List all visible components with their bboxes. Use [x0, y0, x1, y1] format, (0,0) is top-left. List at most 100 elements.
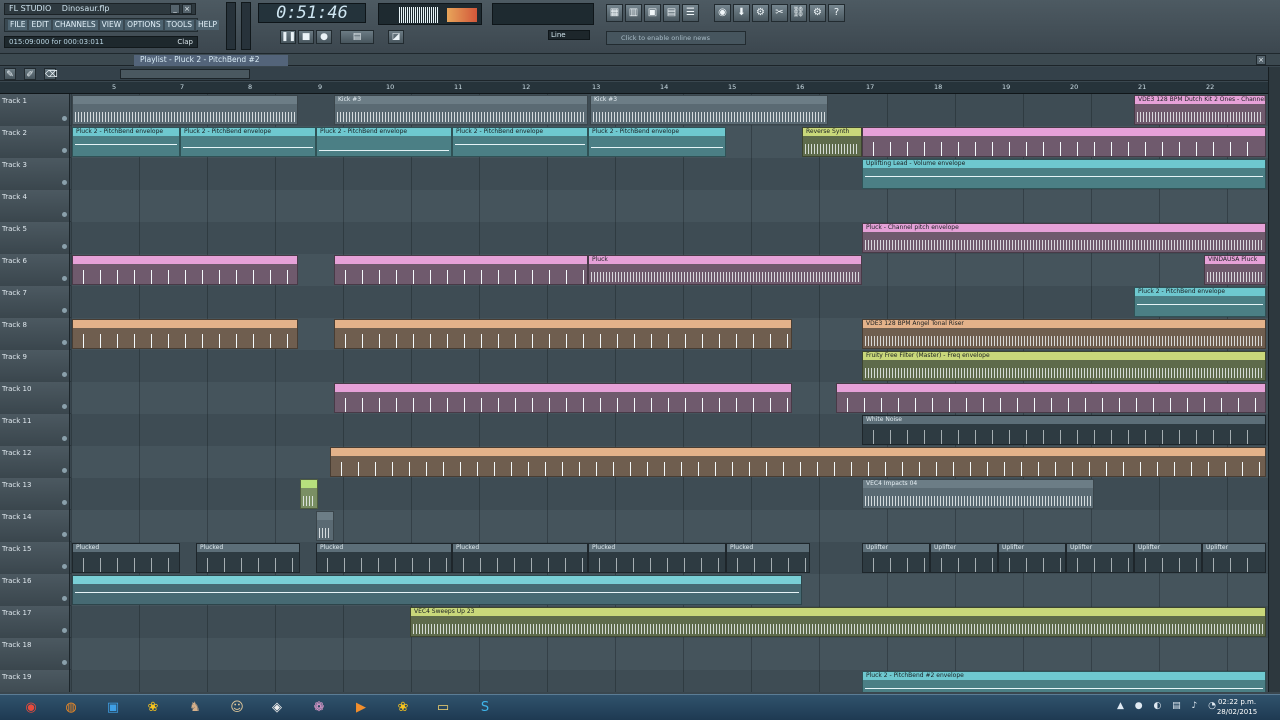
online-news[interactable]: Click to enable online news — [606, 31, 746, 45]
pattern-clip[interactable] — [836, 383, 1266, 413]
pattern-clip[interactable]: Plucked — [452, 543, 588, 573]
pattern-clip[interactable]: Pluck 2 - PitchBend envelope — [1134, 287, 1266, 317]
vertical-scrollbar[interactable] — [1268, 67, 1280, 692]
track-mute-icon[interactable] — [62, 372, 67, 377]
pattern-clip[interactable] — [72, 575, 802, 605]
track-mute-icon[interactable] — [62, 180, 67, 185]
chrome-icon[interactable]: ◉ — [16, 698, 46, 718]
track-label[interactable]: Track 17 — [0, 606, 70, 638]
track-mute-icon[interactable] — [62, 276, 67, 281]
track-label[interactable]: Track 12 — [0, 446, 70, 478]
pattern-clip[interactable]: White Noise — [862, 415, 1266, 445]
menu-options[interactable]: OPTIONS — [125, 20, 163, 30]
pattern-clip[interactable]: Plucked — [72, 543, 180, 573]
track-mute-icon[interactable] — [62, 436, 67, 441]
track-lane[interactable] — [71, 510, 1268, 542]
pattern-selector[interactable]: ▤ — [340, 30, 374, 44]
settings-icon[interactable]: ⚙ — [809, 4, 826, 22]
clock[interactable]: 02:22 p.m. 28/02/2015 — [1212, 697, 1262, 717]
track-lane[interactable]: VEC4 Impacts 04 — [71, 478, 1268, 510]
music-icon[interactable]: ▶ — [346, 698, 376, 718]
track-lane[interactable] — [71, 382, 1268, 414]
track-lane[interactable]: Pluck 2 - PitchBend envelope — [71, 286, 1268, 318]
track-mute-icon[interactable] — [62, 468, 67, 473]
pattern-clip[interactable] — [334, 383, 792, 413]
system-tray[interactable]: ▲ ● ◐ ▤ ♪ ◔ — [1117, 701, 1220, 711]
pattern-clip[interactable]: Pluck 2 - PitchBend #2 envelope — [862, 671, 1266, 692]
metronome-icon[interactable]: ◪ — [388, 30, 404, 44]
avatar-icon[interactable]: ☺ — [222, 698, 252, 718]
menu-channels[interactable]: CHANNELS — [52, 20, 98, 30]
track-lane[interactable]: Pluck 2 - PitchBend #2 envelope — [71, 670, 1268, 692]
track-mute-icon[interactable] — [62, 340, 67, 345]
browser-icon[interactable]: ▤ — [663, 4, 680, 22]
pattern-clip[interactable] — [72, 95, 298, 125]
track-label[interactable]: Track 15 — [0, 542, 70, 574]
track-lane[interactable]: Kick #3 Kick #3 VDE3 128 BPM Dutch Kit 2 O… — [71, 94, 1268, 126]
track-label[interactable]: Track 2 — [0, 126, 70, 158]
game-icon[interactable]: ♞ — [180, 698, 210, 718]
track-mute-icon[interactable] — [62, 596, 67, 601]
track-label[interactable]: Track 14 — [0, 510, 70, 542]
pattern-clip[interactable]: Pluck 2 - PitchBend envelope — [316, 127, 452, 157]
track-mute-icon[interactable] — [62, 500, 67, 505]
pattern-clip[interactable] — [316, 511, 334, 541]
record-settings-icon[interactable]: ◉ — [714, 4, 731, 22]
track-label[interactable]: Track 1 — [0, 94, 70, 126]
media-icon[interactable]: ❁ — [304, 698, 334, 718]
horizontal-scrollbar[interactable] — [120, 69, 250, 79]
track-mute-icon[interactable] — [62, 564, 67, 569]
track-lane[interactable] — [71, 190, 1268, 222]
track-lane[interactable]: VEC4 Sweeps Up 23 — [71, 606, 1268, 638]
minimize-icon[interactable]: _ — [170, 4, 180, 14]
track-lane[interactable] — [71, 574, 1268, 606]
pattern-clip[interactable] — [330, 447, 1266, 477]
pattern-clip[interactable]: Kick #3 — [334, 95, 588, 125]
store-icon[interactable]: ▣ — [98, 698, 128, 718]
pattern-clip[interactable]: Pluck 2 - PitchBend envelope — [452, 127, 588, 157]
draw-tool-icon[interactable]: ✎ — [4, 68, 16, 80]
pattern-clip[interactable]: Pluck - Channel pitch envelope — [862, 223, 1266, 253]
track-label[interactable]: Track 8 — [0, 318, 70, 350]
pattern-clip[interactable]: VEC4 Impacts 04 — [862, 479, 1094, 509]
track-lane[interactable]: Pluck 2 - PitchBend envelope Pluck 2 - Pi… — [71, 126, 1268, 158]
playlist-close-icon[interactable]: × — [1256, 55, 1266, 65]
pattern-clip[interactable]: Plucked — [726, 543, 810, 573]
track-label[interactable]: Track 16 — [0, 574, 70, 606]
pattern-clip[interactable]: VINDAUSA Pluck — [1204, 255, 1266, 285]
track-mute-icon[interactable] — [62, 244, 67, 249]
paint-tool-icon[interactable]: ✐ — [24, 68, 36, 80]
link-icon[interactable]: ⛓ — [790, 4, 807, 22]
menu-view[interactable]: VIEW — [99, 20, 124, 30]
pattern-clip[interactable]: Pluck 2 - PitchBend envelope — [180, 127, 316, 157]
pause-icon[interactable]: ❚❚ — [280, 30, 296, 44]
pattern-clip[interactable]: Fruity Free Filter (Master) - Freq envel… — [862, 351, 1266, 381]
pattern-clip[interactable]: Uplifter — [1202, 543, 1266, 573]
pattern-clip[interactable] — [72, 319, 298, 349]
track-lane[interactable]: Pluck VINDAUSA Pluck — [71, 254, 1268, 286]
menu-tools[interactable]: TOOLS — [164, 20, 194, 30]
help-icon[interactable]: ? — [828, 4, 845, 22]
pattern-clip[interactable]: Pluck 2 - PitchBend envelope — [72, 127, 180, 157]
track-mute-icon[interactable] — [62, 628, 67, 633]
plugin-icon[interactable]: ⚙ — [752, 4, 769, 22]
playlist-icon[interactable]: ▦ — [606, 4, 623, 22]
track-mute-icon[interactable] — [62, 532, 67, 537]
track-mute-icon[interactable] — [62, 116, 67, 121]
track-lane[interactable] — [71, 446, 1268, 478]
track-label[interactable]: Track 9 — [0, 350, 70, 382]
track-lane[interactable]: VDE3 128 BPM Angel Tonal Riser — [71, 318, 1268, 350]
pattern-clip[interactable] — [862, 127, 1266, 157]
menu-help[interactable]: HELP — [196, 20, 220, 30]
pattern-clip[interactable]: Plucked — [588, 543, 726, 573]
pattern-clip[interactable]: Uplifter — [1066, 543, 1134, 573]
pattern-clip[interactable] — [72, 255, 298, 285]
fl-studio-icon[interactable]: ❀ — [138, 698, 168, 718]
track-label[interactable]: Track 7 — [0, 286, 70, 318]
mode-select[interactable]: Line — [548, 30, 590, 40]
tools-icon[interactable]: ✂ — [771, 4, 788, 22]
menu-edit[interactable]: EDIT — [29, 20, 51, 30]
track-label[interactable]: Track 3 — [0, 158, 70, 190]
mixer-icon[interactable]: ☰ — [682, 4, 699, 22]
skype-icon[interactable]: S — [470, 698, 500, 718]
